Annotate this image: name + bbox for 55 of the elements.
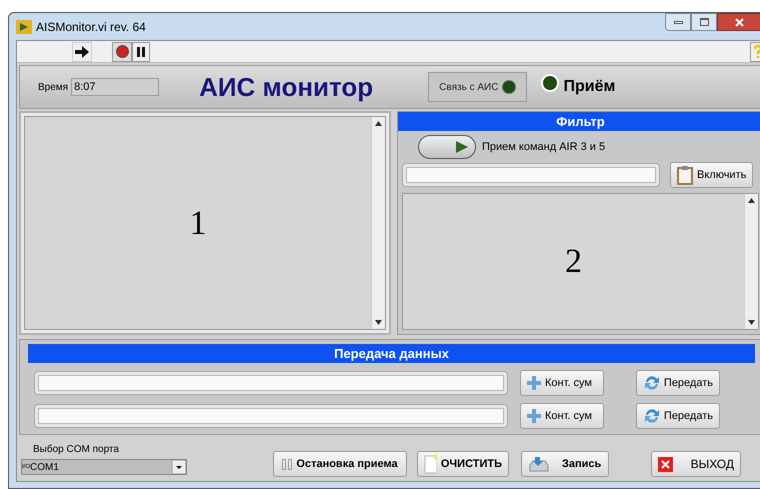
pause-icon <box>137 46 145 56</box>
annotation-number: 2 <box>565 242 582 282</box>
arrow-icon <box>75 46 89 58</box>
stop-receive-button[interactable]: Остановка приема <box>273 451 407 477</box>
close-button[interactable] <box>717 13 760 31</box>
close-icon <box>658 456 673 472</box>
scroll-down-icon[interactable] <box>375 320 382 325</box>
input-field[interactable] <box>402 163 660 187</box>
section-header: Фильтр <box>398 112 760 131</box>
help-icon <box>753 44 760 58</box>
time-field: 8:07 <box>71 78 160 96</box>
stop-button[interactable] <box>112 42 132 62</box>
section-header: Передача данных <box>28 344 755 363</box>
dropdown-arrow-icon <box>172 460 186 474</box>
tray-icon <box>528 455 550 473</box>
pause-icon <box>282 458 292 470</box>
time-label: Время <box>38 80 68 94</box>
run-button[interactable] <box>72 42 92 62</box>
input-field[interactable] <box>34 371 508 395</box>
pause-button[interactable] <box>132 42 150 62</box>
refresh-icon <box>643 407 660 425</box>
send-button[interactable]: Передать <box>636 370 720 396</box>
plus-icon <box>527 376 541 390</box>
text-area[interactable]: 1 <box>24 116 386 330</box>
plus-icon <box>527 409 541 423</box>
scroll-bar[interactable] <box>371 117 385 329</box>
clipboard-icon <box>677 165 693 185</box>
scroll-up-icon[interactable] <box>375 121 382 126</box>
clear-button[interactable]: ОЧИСТИТЬ <box>417 451 509 477</box>
app-title: АИС монитор <box>199 70 374 104</box>
refresh-icon <box>643 374 660 392</box>
send-button[interactable]: Передать <box>636 403 720 429</box>
input-field[interactable] <box>34 404 508 428</box>
text-area[interactable]: 2 <box>402 193 759 330</box>
exit-button[interactable]: ВЫХОД <box>651 451 741 477</box>
checksum-button[interactable]: Конт. сум <box>520 403 604 429</box>
link-label: Связь с АИС <box>439 80 498 94</box>
scroll-down-icon[interactable] <box>748 320 755 325</box>
scroll-bar[interactable] <box>744 194 758 329</box>
page-icon <box>424 454 437 474</box>
port-label: Выбор COM порта <box>33 443 120 457</box>
app-icon <box>16 20 32 34</box>
enable-button[interactable]: Включить <box>670 162 754 188</box>
port-value: COM1 <box>30 460 60 474</box>
toggle-label: Прием команд AIR 3 и 5 <box>482 140 606 155</box>
checksum-button[interactable]: Конт. сум <box>520 370 604 396</box>
scroll-up-icon[interactable] <box>748 198 755 203</box>
minimize-button[interactable] <box>665 13 691 31</box>
toggle-switch[interactable] <box>418 135 476 159</box>
maximize-button[interactable] <box>691 13 717 31</box>
save-button[interactable]: Запись <box>521 451 609 477</box>
close-icon <box>734 18 744 26</box>
annotation-number: 1 <box>190 204 206 244</box>
receive-label: Приём <box>563 77 616 97</box>
window-title: AISMonitor.vi rev. 64 <box>36 18 146 36</box>
